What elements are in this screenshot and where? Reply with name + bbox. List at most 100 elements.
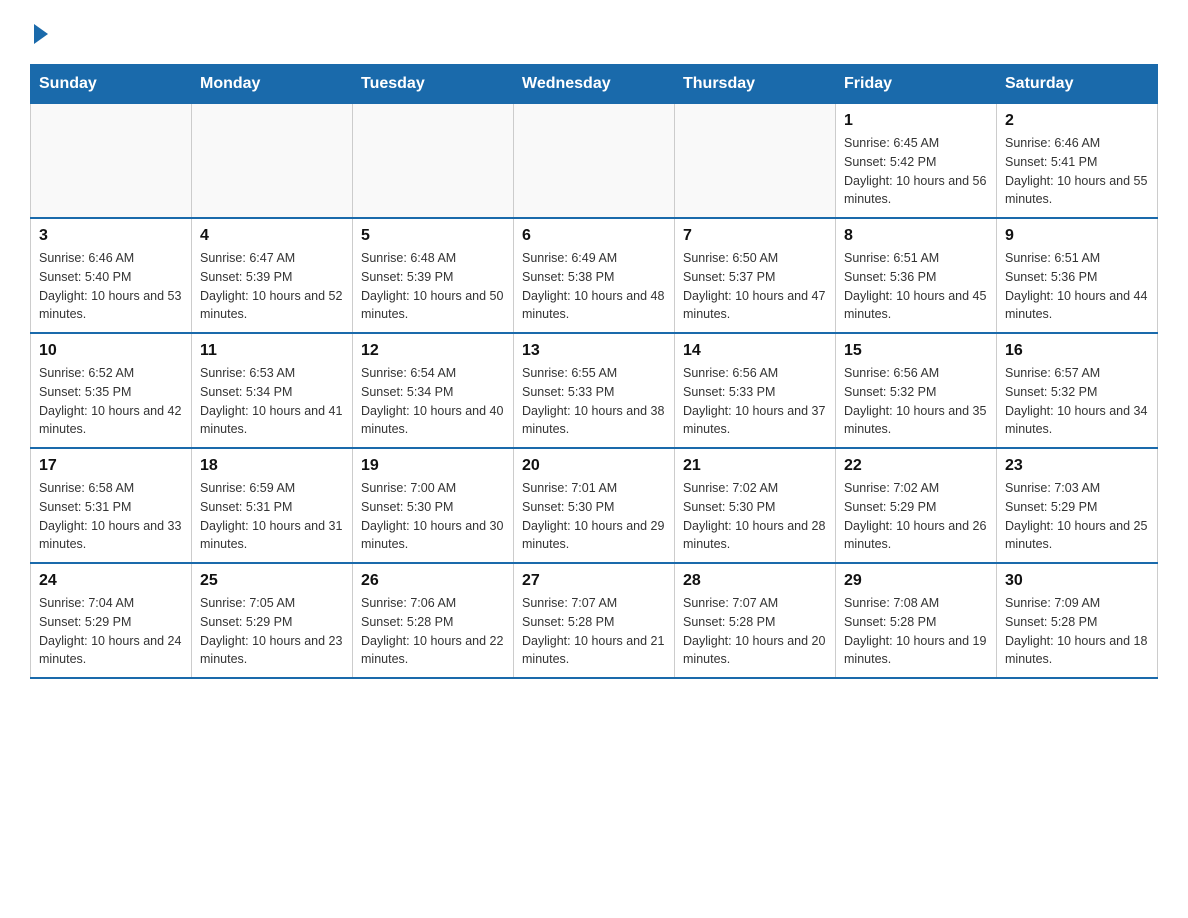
calendar-cell: 9 Sunrise: 6:51 AMSunset: 5:36 PMDaylight… (997, 218, 1158, 333)
week-row-5: 24 Sunrise: 7:04 AMSunset: 5:29 PMDayligh… (31, 563, 1158, 678)
calendar-cell: 27 Sunrise: 7:07 AMSunset: 5:28 PMDayligh… (514, 563, 675, 678)
day-sun-info: Sunrise: 7:06 AMSunset: 5:28 PMDaylight:… (361, 594, 505, 669)
calendar-cell: 3 Sunrise: 6:46 AMSunset: 5:40 PMDaylight… (31, 218, 192, 333)
calendar-cell: 21 Sunrise: 7:02 AMSunset: 5:30 PMDayligh… (675, 448, 836, 563)
calendar-cell: 17 Sunrise: 6:58 AMSunset: 5:31 PMDayligh… (31, 448, 192, 563)
day-number: 15 (844, 342, 988, 360)
col-header-tuesday: Tuesday (353, 65, 514, 104)
day-number: 6 (522, 227, 666, 245)
day-number: 9 (1005, 227, 1149, 245)
week-row-3: 10Sunrise: 6:52 AMSunset: 5:35 PMDayligh… (31, 333, 1158, 448)
day-sun-info: Sunrise: 7:01 AMSunset: 5:30 PMDaylight:… (522, 479, 666, 554)
day-sun-info: Sunrise: 7:04 AMSunset: 5:29 PMDaylight:… (39, 594, 183, 669)
calendar-cell: 19 Sunrise: 7:00 AMSunset: 5:30 PMDayligh… (353, 448, 514, 563)
day-sun-info: Sunrise: 6:47 AMSunset: 5:39 PMDaylight:… (200, 249, 344, 324)
day-number: 27 (522, 572, 666, 590)
col-header-wednesday: Wednesday (514, 65, 675, 104)
day-sun-info: Sunrise: 7:00 AMSunset: 5:30 PMDaylight:… (361, 479, 505, 554)
calendar-cell: 2 Sunrise: 6:46 AMSunset: 5:41 PMDaylight… (997, 104, 1158, 219)
day-sun-info: Sunrise: 6:55 AMSunset: 5:33 PMDaylight:… (522, 364, 666, 439)
calendar-cell: 30Sunrise: 7:09 AMSunset: 5:28 PMDayligh… (997, 563, 1158, 678)
day-number: 17 (39, 457, 183, 475)
day-number: 11 (200, 342, 344, 360)
day-number: 16 (1005, 342, 1149, 360)
day-sun-info: Sunrise: 7:03 AMSunset: 5:29 PMDaylight:… (1005, 479, 1149, 554)
day-number: 20 (522, 457, 666, 475)
day-number: 26 (361, 572, 505, 590)
calendar-cell: 29 Sunrise: 7:08 AMSunset: 5:28 PMDayligh… (836, 563, 997, 678)
calendar-cell: 25 Sunrise: 7:05 AMSunset: 5:29 PMDayligh… (192, 563, 353, 678)
day-number: 25 (200, 572, 344, 590)
col-header-thursday: Thursday (675, 65, 836, 104)
day-sun-info: Sunrise: 6:59 AMSunset: 5:31 PMDaylight:… (200, 479, 344, 554)
day-sun-info: Sunrise: 6:53 AMSunset: 5:34 PMDaylight:… (200, 364, 344, 439)
calendar-cell: 15 Sunrise: 6:56 AMSunset: 5:32 PMDayligh… (836, 333, 997, 448)
day-number: 29 (844, 572, 988, 590)
week-row-2: 3 Sunrise: 6:46 AMSunset: 5:40 PMDaylight… (31, 218, 1158, 333)
calendar-cell (514, 104, 675, 219)
day-sun-info: Sunrise: 6:48 AMSunset: 5:39 PMDaylight:… (361, 249, 505, 324)
day-sun-info: Sunrise: 6:56 AMSunset: 5:32 PMDaylight:… (844, 364, 988, 439)
calendar-cell: 7 Sunrise: 6:50 AMSunset: 5:37 PMDaylight… (675, 218, 836, 333)
calendar-cell: 14 Sunrise: 6:56 AMSunset: 5:33 PMDayligh… (675, 333, 836, 448)
col-header-sunday: Sunday (31, 65, 192, 104)
col-header-monday: Monday (192, 65, 353, 104)
calendar-header-row: SundayMondayTuesdayWednesdayThursdayFrid… (31, 65, 1158, 104)
calendar-cell: 13 Sunrise: 6:55 AMSunset: 5:33 PMDayligh… (514, 333, 675, 448)
day-sun-info: Sunrise: 7:05 AMSunset: 5:29 PMDaylight:… (200, 594, 344, 669)
day-sun-info: Sunrise: 6:58 AMSunset: 5:31 PMDaylight:… (39, 479, 183, 554)
week-row-4: 17 Sunrise: 6:58 AMSunset: 5:31 PMDayligh… (31, 448, 1158, 563)
calendar-cell: 26 Sunrise: 7:06 AMSunset: 5:28 PMDayligh… (353, 563, 514, 678)
day-sun-info: Sunrise: 7:07 AMSunset: 5:28 PMDaylight:… (522, 594, 666, 669)
day-sun-info: Sunrise: 7:02 AMSunset: 5:29 PMDaylight:… (844, 479, 988, 554)
day-number: 4 (200, 227, 344, 245)
day-sun-info: Sunrise: 6:50 AMSunset: 5:37 PMDaylight:… (683, 249, 827, 324)
day-sun-info: Sunrise: 7:07 AMSunset: 5:28 PMDaylight:… (683, 594, 827, 669)
day-sun-info: Sunrise: 7:02 AMSunset: 5:30 PMDaylight:… (683, 479, 827, 554)
day-sun-info: Sunrise: 7:08 AMSunset: 5:28 PMDaylight:… (844, 594, 988, 669)
day-number: 13 (522, 342, 666, 360)
day-number: 2 (1005, 112, 1149, 130)
day-number: 23 (1005, 457, 1149, 475)
day-number: 19 (361, 457, 505, 475)
col-header-saturday: Saturday (997, 65, 1158, 104)
day-sun-info: Sunrise: 6:57 AMSunset: 5:32 PMDaylight:… (1005, 364, 1149, 439)
logo (30, 20, 48, 44)
calendar-cell: 20 Sunrise: 7:01 AMSunset: 5:30 PMDayligh… (514, 448, 675, 563)
calendar-cell: 23 Sunrise: 7:03 AMSunset: 5:29 PMDayligh… (997, 448, 1158, 563)
day-number: 5 (361, 227, 505, 245)
day-sun-info: Sunrise: 6:51 AMSunset: 5:36 PMDaylight:… (844, 249, 988, 324)
calendar-cell: 1Sunrise: 6:45 AMSunset: 5:42 PMDaylight… (836, 104, 997, 219)
day-sun-info: Sunrise: 6:46 AMSunset: 5:40 PMDaylight:… (39, 249, 183, 324)
calendar-cell: 11 Sunrise: 6:53 AMSunset: 5:34 PMDayligh… (192, 333, 353, 448)
calendar-cell: 28 Sunrise: 7:07 AMSunset: 5:28 PMDayligh… (675, 563, 836, 678)
day-sun-info: Sunrise: 7:09 AMSunset: 5:28 PMDaylight:… (1005, 594, 1149, 669)
day-number: 1 (844, 112, 988, 130)
day-sun-info: Sunrise: 6:49 AMSunset: 5:38 PMDaylight:… (522, 249, 666, 324)
week-row-1: 1Sunrise: 6:45 AMSunset: 5:42 PMDaylight… (31, 104, 1158, 219)
day-number: 14 (683, 342, 827, 360)
logo-arrow-icon (34, 24, 48, 44)
calendar-cell: 22 Sunrise: 7:02 AMSunset: 5:29 PMDayligh… (836, 448, 997, 563)
day-number: 7 (683, 227, 827, 245)
day-sun-info: Sunrise: 6:54 AMSunset: 5:34 PMDaylight:… (361, 364, 505, 439)
calendar-cell: 10Sunrise: 6:52 AMSunset: 5:35 PMDayligh… (31, 333, 192, 448)
day-number: 28 (683, 572, 827, 590)
page-header (30, 20, 1158, 44)
col-header-friday: Friday (836, 65, 997, 104)
day-number: 22 (844, 457, 988, 475)
day-number: 8 (844, 227, 988, 245)
day-sun-info: Sunrise: 6:51 AMSunset: 5:36 PMDaylight:… (1005, 249, 1149, 324)
day-sun-info: Sunrise: 6:46 AMSunset: 5:41 PMDaylight:… (1005, 134, 1149, 209)
day-number: 21 (683, 457, 827, 475)
day-number: 10 (39, 342, 183, 360)
calendar-cell: 8 Sunrise: 6:51 AMSunset: 5:36 PMDaylight… (836, 218, 997, 333)
day-sun-info: Sunrise: 6:56 AMSunset: 5:33 PMDaylight:… (683, 364, 827, 439)
day-number: 24 (39, 572, 183, 590)
calendar-cell: 24 Sunrise: 7:04 AMSunset: 5:29 PMDayligh… (31, 563, 192, 678)
day-number: 18 (200, 457, 344, 475)
day-number: 3 (39, 227, 183, 245)
calendar-table: SundayMondayTuesdayWednesdayThursdayFrid… (30, 64, 1158, 679)
calendar-cell (353, 104, 514, 219)
calendar-cell: 5 Sunrise: 6:48 AMSunset: 5:39 PMDaylight… (353, 218, 514, 333)
